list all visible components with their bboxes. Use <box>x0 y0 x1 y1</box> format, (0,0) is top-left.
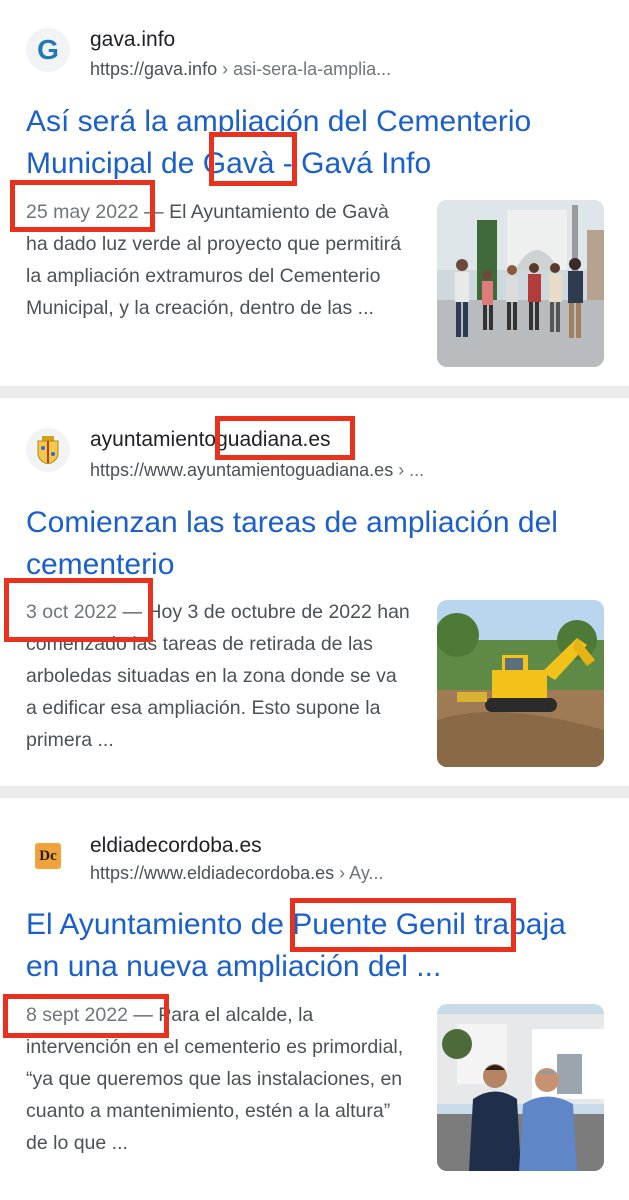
title-line-2: cementerio <box>26 548 175 581</box>
site-url[interactable]: https://www.eldiadecordoba.es › Ay... <box>90 863 384 884</box>
result-title-link[interactable]: Comienzan las tareas de ampliación del c… <box>26 502 611 586</box>
result-date: 8 sept 2022 <box>26 1004 128 1026</box>
cemetery-people-walking-photo-icon <box>437 200 604 367</box>
gava-favicon-icon[interactable]: G <box>26 28 70 72</box>
site-name[interactable]: gava.info <box>90 28 175 52</box>
result-thumbnail[interactable] <box>437 600 604 767</box>
result-snippet: 8 sept 2022 — Para el alcalde, la interv… <box>26 999 411 1159</box>
url-base: https://www.ayuntamientoguadiana.es <box>90 460 394 480</box>
title-line-2: Municipal de Gavà - Gavá Info <box>26 147 432 180</box>
result-snippet: 3 oct 2022 — Hoy 3 de octubre de 2022 ha… <box>26 596 411 756</box>
result-title-link[interactable]: Así será la ampliación del Cementerio Mu… <box>26 101 611 185</box>
result-title-link[interactable]: El Ayuntamiento de Puente Genil trabaja … <box>26 904 616 988</box>
url-path: › asi-sera-la-amplia... <box>217 59 392 79</box>
search-result: G gava.info https://gava.info › asi-sera… <box>0 0 629 386</box>
coat-of-arms-shield-icon <box>37 436 59 464</box>
title-line-2: en una nueva ampliación del ... <box>26 950 442 983</box>
result-thumbnail[interactable] <box>437 200 604 367</box>
title-line-1: Comienzan las tareas de ampliación del <box>26 506 558 539</box>
result-divider <box>0 386 629 398</box>
site-name[interactable]: ayuntamientoguadiana.es <box>90 428 331 452</box>
result-snippet: 25 may 2022 — El Ayuntamiento de Gavà ha… <box>26 196 411 324</box>
search-result: ayuntamientoguadiana.es https://www.ayun… <box>0 398 629 786</box>
favicon-letter: G <box>37 34 59 65</box>
url-base: https://www.eldiadecordoba.es <box>90 863 335 883</box>
site-url[interactable]: https://www.ayuntamientoguadiana.es › ..… <box>90 460 424 481</box>
title-line-1: Así será la ampliación del Cementerio <box>26 105 532 138</box>
result-thumbnail[interactable] <box>437 1004 604 1171</box>
dc-logo-icon: Dc <box>35 843 61 869</box>
excavator-photo-icon <box>437 600 604 767</box>
result-date: 3 oct 2022 <box>26 601 118 623</box>
url-path: › ... <box>393 460 425 480</box>
site-name[interactable]: eldiadecordoba.es <box>90 834 262 858</box>
dc-favicon-icon[interactable]: Dc <box>26 834 70 878</box>
url-base: https://gava.info <box>90 59 218 79</box>
snippet-text: — Para el alcalde, la intervención en el… <box>26 1004 404 1154</box>
snippet-text: — Hoy 3 de octubre de 2022 han comenzado… <box>26 601 410 751</box>
search-result: Dc eldiadecordoba.es https://www.eldiade… <box>0 800 629 1200</box>
site-url[interactable]: https://gava.info › asi-sera-la-amplia..… <box>90 59 391 80</box>
url-path: › Ay... <box>334 863 384 883</box>
favicon-letter: Dc <box>39 847 57 864</box>
title-line-1: El Ayuntamiento de Puente Genil trabaja <box>26 908 566 941</box>
two-men-portrait-photo-icon <box>437 1004 604 1171</box>
result-divider <box>0 786 629 798</box>
result-date: 25 may 2022 <box>26 201 139 223</box>
coat-of-arms-favicon-icon[interactable] <box>26 428 70 472</box>
